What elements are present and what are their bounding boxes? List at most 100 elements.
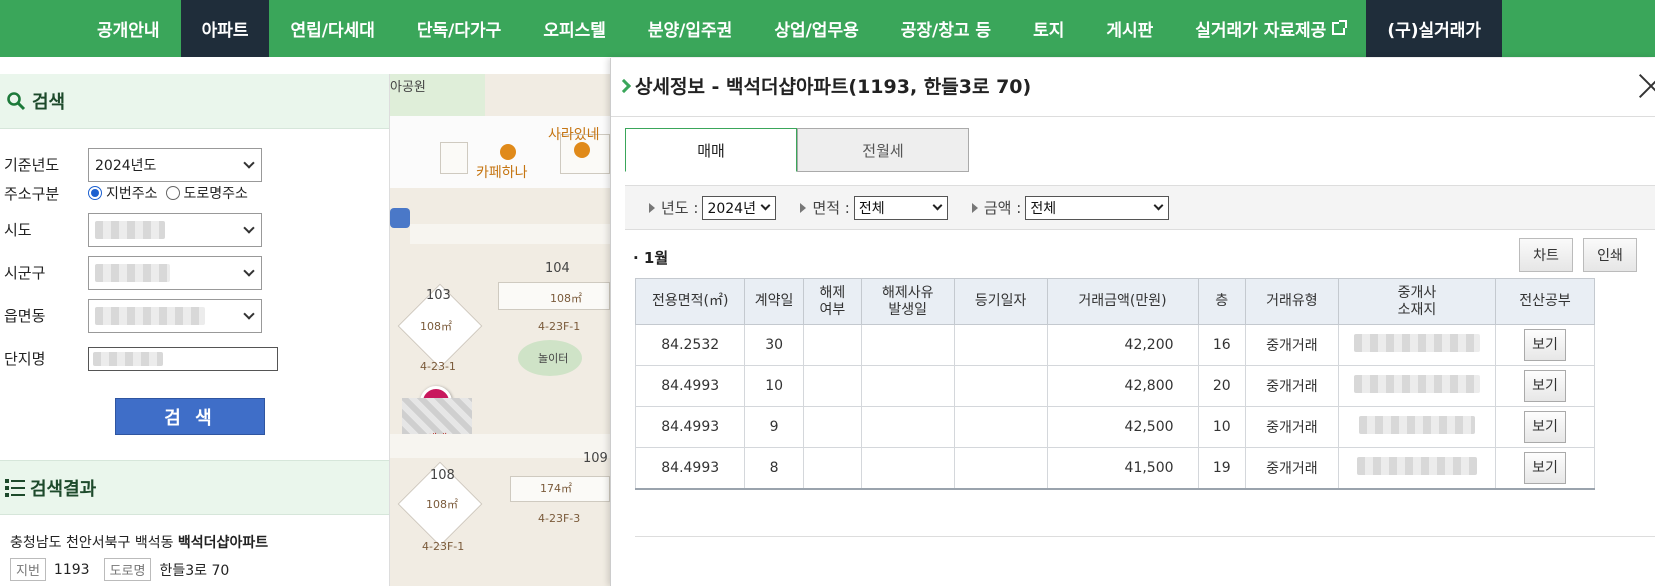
table-row: 84.4993 10 42,800 20 중개거래 보기: [634, 365, 1595, 407]
view-button[interactable]: 보기: [1524, 329, 1567, 361]
complex-input[interactable]: [88, 346, 278, 371]
cell-cancel-date: [860, 447, 955, 490]
caret-right-icon: [800, 202, 807, 213]
cell-cancel: [802, 447, 862, 490]
cell-day: 8: [744, 447, 804, 490]
result-address-text: 충청남도 천안서북구 백석동: [10, 535, 174, 551]
col-trade-type: 거래유형: [1244, 278, 1339, 325]
cell-day: 30: [744, 324, 804, 366]
eupmyeondong-label: 읍면동: [4, 307, 46, 325]
base-year-label: 기준년도: [4, 156, 60, 174]
area-filter-select[interactable]: 전체: [853, 195, 948, 220]
year-filter-select[interactable]: 2024년: [702, 195, 777, 220]
col-floor: 층: [1197, 278, 1246, 325]
cell-cancel: [802, 324, 862, 366]
search-button[interactable]: 검 색: [115, 398, 265, 435]
nav-item-old-realprice[interactable]: (구)실거래가: [1366, 0, 1503, 57]
cell-agent-location: [1337, 447, 1497, 490]
road-radio-label: 도로명주소: [183, 186, 248, 202]
base-year-value: 2024년도: [95, 157, 157, 174]
close-icon[interactable]: [1637, 72, 1655, 100]
nav-item-officetel[interactable]: 오피스텔: [522, 0, 627, 57]
chart-button[interactable]: 차트: [1519, 238, 1573, 272]
amount-filter-select[interactable]: 전체: [1025, 195, 1170, 220]
sigungu-select[interactable]: [88, 255, 262, 290]
list-icon: [5, 478, 25, 497]
caret-right-icon: [649, 202, 655, 213]
detail-panel: 상세정보 - 백석더샵아파트(1193, 한들3로 70) 매매 전월세 년도 …: [610, 58, 1655, 586]
base-year-select[interactable]: 2024년도: [88, 147, 262, 182]
restaurant-icon[interactable]: [574, 142, 590, 158]
road-radio[interactable]: [165, 186, 180, 200]
result-address[interactable]: 충청남도 천안서북구 백석동 백석더샵아파트: [10, 532, 268, 552]
chevron-down-icon: [243, 156, 255, 169]
cell-cancel: [802, 406, 862, 448]
cell-reg-date: [953, 324, 1048, 366]
nav-item-disclosure[interactable]: 공개안내: [76, 0, 181, 57]
map-label-b103: 103: [426, 288, 451, 303]
sido-select[interactable]: [88, 212, 262, 247]
map-view[interactable]: 아공원 카페하나 사라있네 103 108㎡ 104 108㎡ 4-23F-1 …: [390, 74, 610, 586]
map-road: [390, 434, 610, 458]
cell-records: 보기: [1495, 447, 1595, 490]
print-button[interactable]: 인쇄: [1583, 238, 1637, 272]
nav-item-factory[interactable]: 공장/창고 등: [880, 0, 1012, 57]
tab-rent[interactable]: 전월세: [797, 128, 969, 172]
search-panel: 검색 기준년도 2024년도 주소구분 지번주소 도로명주소 시도 시군구 읍면…: [0, 74, 390, 586]
cell-area: 84.4993: [634, 365, 746, 407]
map-label-shop: 사라있네: [548, 127, 600, 143]
view-button[interactable]: 보기: [1524, 411, 1567, 443]
col-price: 거래금액(만원): [1046, 278, 1199, 325]
cafe-icon[interactable]: [500, 144, 516, 160]
cell-area: 84.4993: [634, 406, 746, 448]
col-reg-date: 등기일자: [953, 278, 1048, 325]
map-label-area: 108㎡: [426, 498, 458, 511]
bus-stop-icon[interactable]: [390, 208, 410, 228]
map-label-lot: 4-23F-1: [422, 540, 465, 553]
cell-trade-type: 중개거래: [1244, 324, 1339, 366]
nav-item-rowhouse[interactable]: 연립/다세대: [269, 0, 395, 57]
col-area: 전용면적(㎡): [634, 278, 746, 325]
nav-item-detached[interactable]: 단독/다가구: [396, 0, 522, 57]
cell-day: 10: [744, 365, 804, 407]
nav-item-apartment[interactable]: 아파트: [180, 0, 270, 57]
col-agent-location: 중개사 소재지: [1337, 278, 1497, 325]
nav-item-data-provision[interactable]: 실거래가 자료제공: [1174, 0, 1366, 57]
nav-item-board[interactable]: 게시판: [1085, 0, 1174, 57]
cell-cancel-date: [860, 324, 955, 366]
result-complex-name[interactable]: 백석더샵아파트: [178, 535, 268, 551]
redacted-label: [402, 398, 472, 434]
chevron-down-icon: [760, 200, 771, 211]
tab-sale[interactable]: 매매: [625, 128, 797, 172]
jibun-tag: 지번: [10, 558, 46, 581]
eupmyeondong-select[interactable]: [88, 298, 262, 333]
nav-item-land[interactable]: 토지: [1012, 0, 1085, 57]
nav-item-commercial[interactable]: 상업/업무용: [753, 0, 879, 57]
jibun-radio[interactable]: [88, 186, 102, 200]
cell-floor: 19: [1197, 447, 1246, 490]
area-filter: 면적 : 전체: [800, 195, 948, 220]
col-cancel-date: 해제사유 발생일: [860, 278, 955, 325]
search-icon: [7, 92, 26, 111]
map-building: [440, 142, 468, 174]
nav-item-presale[interactable]: 분양/입주권: [627, 0, 753, 57]
eupmyeondong-row: 읍면동: [0, 294, 389, 337]
detail-title: 상세정보 - 백석더샵아파트(1193, 한들3로 70): [616, 72, 1032, 99]
amount-filter-label: 금액 :: [983, 199, 1022, 217]
map-label-cafe: 카페하나: [476, 165, 528, 181]
area-filter-label: 면적 :: [812, 199, 850, 217]
detail-title-text: 상세정보 - 백석더샵아파트(1193, 한들3로 70): [635, 76, 1032, 98]
divider: [635, 536, 1655, 537]
view-button[interactable]: 보기: [1524, 370, 1567, 402]
cell-floor: 16: [1197, 324, 1246, 366]
map-label-park: 아공원: [390, 80, 426, 95]
cell-price: 41,500: [1046, 447, 1199, 490]
trade-tabs: 매매 전월세: [625, 128, 969, 172]
view-button[interactable]: 보기: [1524, 451, 1567, 484]
map-label-playground: 놀이터: [538, 352, 569, 365]
sigungu-row: 시군구: [0, 251, 389, 294]
map-label-area: 108㎡: [420, 320, 452, 333]
divider: [611, 116, 1655, 117]
jibun-radio-label: 지번주소: [106, 186, 158, 202]
search-panel-header: 검색: [0, 74, 389, 129]
